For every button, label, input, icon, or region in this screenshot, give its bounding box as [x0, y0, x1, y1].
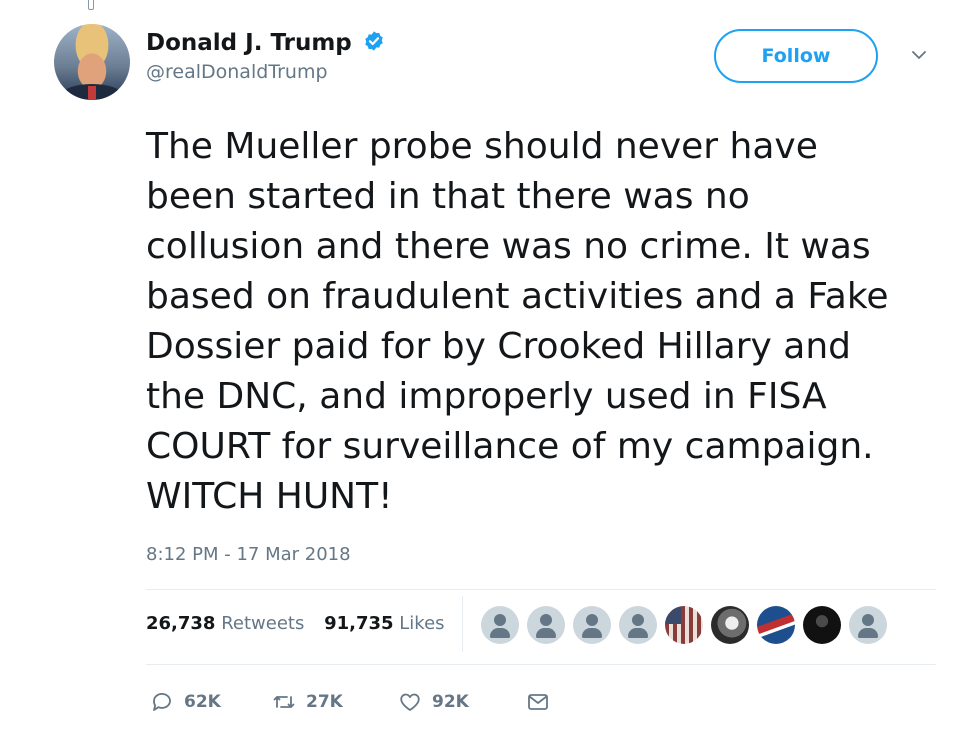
- liker-avatar[interactable]: [527, 606, 565, 644]
- author-info: Donald J. Trump @realDonaldTrump: [146, 26, 385, 84]
- reply-count: 62K: [184, 692, 221, 712]
- tweet-text: The Mueller probe should never have been…: [146, 126, 889, 517]
- retweet-button[interactable]: 27K: [272, 686, 343, 718]
- like-button[interactable]: 92K: [398, 686, 469, 718]
- author-avatar[interactable]: [54, 24, 130, 100]
- divider-bottom: [146, 664, 936, 665]
- follow-button[interactable]: Follow: [714, 29, 878, 83]
- tweet-timestamp[interactable]: 8:12 PM - 17 Mar 2018: [146, 542, 351, 568]
- retweets-label: Retweets: [221, 613, 305, 634]
- heart-icon: [400, 693, 420, 711]
- retweets-count: 26,738: [146, 613, 216, 634]
- direct-message-button[interactable]: [526, 686, 560, 718]
- liker-avatar[interactable]: [481, 606, 519, 644]
- liker-avatar[interactable]: [573, 606, 611, 644]
- divider-top: [146, 589, 936, 590]
- avatar-tie: [88, 86, 96, 100]
- envelope-icon: [528, 694, 548, 710]
- liker-avatar[interactable]: [619, 606, 657, 644]
- stats-divider: [462, 596, 463, 652]
- likes-count: 91,735: [324, 613, 394, 634]
- liker-avatar[interactable]: [665, 606, 703, 644]
- like-count: 92K: [432, 692, 469, 712]
- liker-avatar[interactable]: [711, 606, 749, 644]
- author-handle[interactable]: @realDonaldTrump: [146, 60, 385, 84]
- likes-stat[interactable]: 91,735 Likes: [324, 610, 444, 638]
- liker-avatar[interactable]: [757, 606, 795, 644]
- liker-flag-canton: [665, 606, 681, 624]
- retweets-stat[interactable]: 26,738 Retweets: [146, 610, 304, 638]
- author-display-name[interactable]: Donald J. Trump: [146, 26, 352, 60]
- liker-avatar[interactable]: [849, 606, 887, 644]
- verified-badge-icon: [365, 31, 383, 51]
- retweet-count: 27K: [306, 692, 343, 712]
- tweet-stats: 26,738 Retweets 91,735 Likes: [146, 610, 459, 638]
- top-edge-mark: [88, 0, 94, 10]
- liker-avatar[interactable]: [803, 606, 841, 644]
- reply-icon: [153, 693, 171, 711]
- retweet-icon: [273, 696, 295, 708]
- likes-label: Likes: [399, 613, 445, 634]
- chevron-down-icon[interactable]: [912, 50, 926, 60]
- reply-button[interactable]: 62K: [150, 686, 221, 718]
